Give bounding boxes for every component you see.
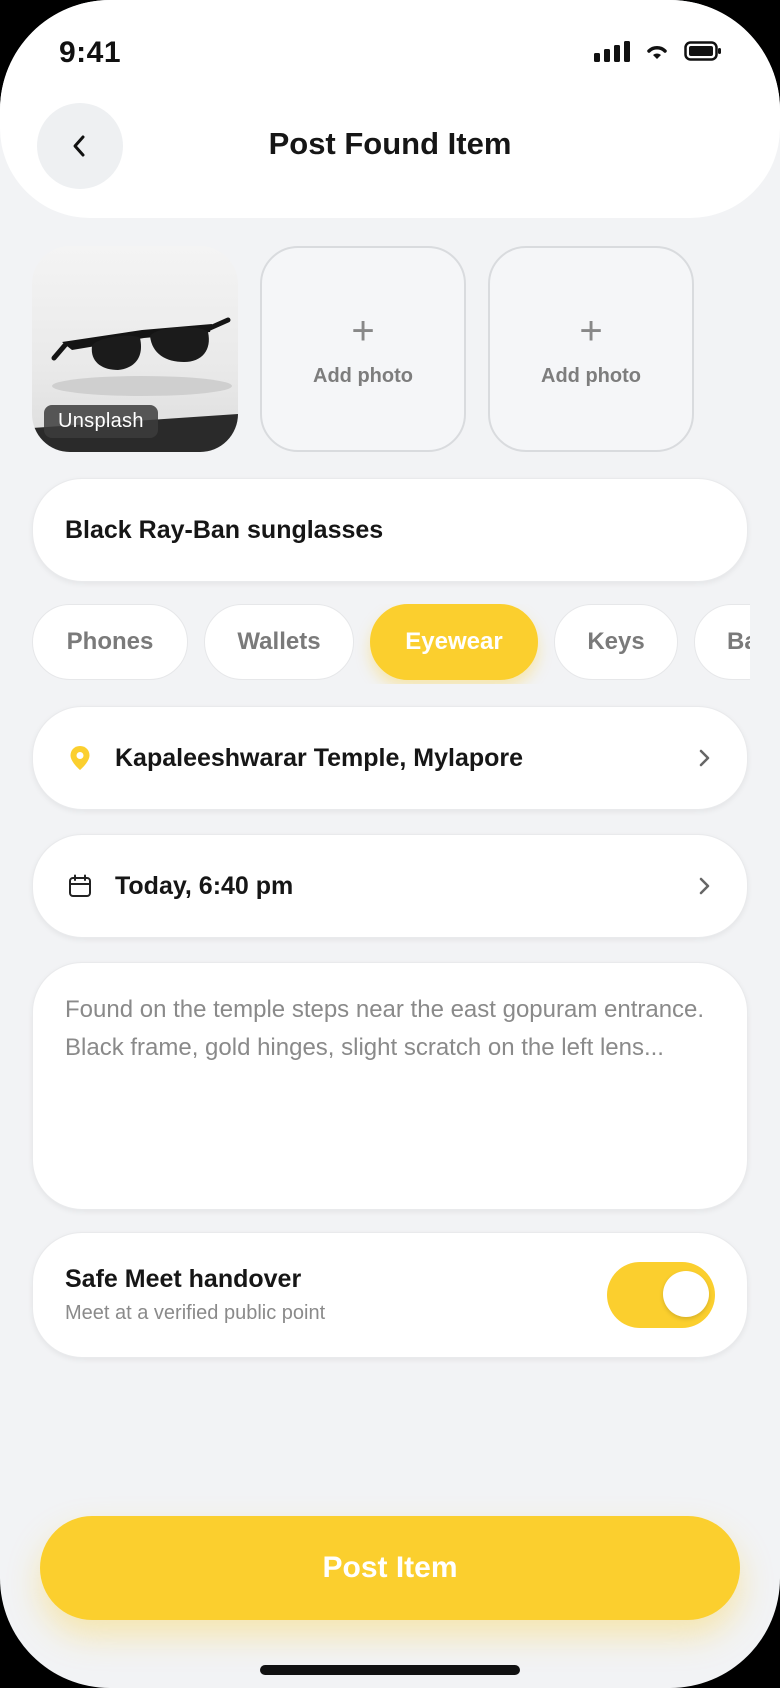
plus-icon: +	[579, 308, 603, 353]
top-header: 9:41 Post Found Item	[0, 0, 780, 218]
date-time-field[interactable]: Today, 6:40 pm	[32, 834, 748, 938]
safe-meet-title: Safe Meet handover	[65, 1265, 302, 1293]
add-photo-label: Add photo	[313, 364, 413, 387]
chevron-right-icon	[699, 877, 710, 895]
wifi-icon	[647, 46, 667, 59]
item-title-value: Black Ray-Ban sunglasses	[65, 515, 384, 544]
status-time: 9:41	[59, 36, 122, 69]
description-field[interactable]: Found on the temple steps near the east …	[32, 962, 748, 1210]
date-time-value: Today, 6:40 pm	[115, 871, 294, 900]
location-value: Kapaleeshwarar Temple, Mylapore	[115, 743, 524, 772]
add-photo-button[interactable]: + Add photo	[260, 246, 466, 452]
add-photo-button[interactable]: + Add photo	[488, 246, 694, 452]
category-chips: Phones Wallets Eyewear Keys Ba	[32, 604, 750, 684]
plus-icon: +	[351, 308, 375, 353]
location-field[interactable]: Kapaleeshwarar Temple, Mylapore	[32, 706, 748, 810]
page-title: Post Found Item	[268, 126, 512, 161]
description-text: Found on the temple steps near the east …	[65, 996, 705, 1061]
location-pin-icon	[65, 745, 95, 771]
battery-icon	[684, 41, 721, 61]
home-indicator	[260, 1665, 520, 1675]
photo-credit: Unsplash	[44, 405, 158, 438]
safe-meet-toggle[interactable]	[607, 1262, 715, 1328]
safe-meet-subtitle: Meet at a verified public point	[65, 1302, 326, 1324]
safe-meet-text: Safe Meet handover Meet at a verified pu…	[65, 1265, 607, 1325]
calendar-icon	[65, 874, 95, 898]
item-title-field[interactable]: Black Ray-Ban sunglasses	[32, 478, 748, 582]
toggle-knob	[663, 1271, 709, 1317]
safe-meet-row: Safe Meet handover Meet at a verified pu…	[32, 1232, 748, 1358]
photo-row: Unsplash + Add photo + Add photo	[32, 246, 694, 452]
post-item-button[interactable]: Post Item	[40, 1516, 740, 1620]
status-icons	[594, 40, 722, 62]
item-photo[interactable]: Unsplash	[32, 246, 238, 452]
category-chip-selected[interactable]: Eyewear	[370, 604, 538, 680]
add-photo-label: Add photo	[541, 364, 641, 387]
phone-screen: 9:41 Post Found Item Unsplash + Add phot…	[0, 0, 780, 1688]
category-chip[interactable]: Phones	[32, 604, 188, 680]
category-chip[interactable]: Ba	[694, 604, 750, 680]
category-chip[interactable]: Wallets	[204, 604, 354, 680]
chevron-right-icon	[699, 749, 710, 767]
cellular-signal-icon	[594, 40, 630, 62]
category-chip[interactable]: Keys	[554, 604, 678, 680]
